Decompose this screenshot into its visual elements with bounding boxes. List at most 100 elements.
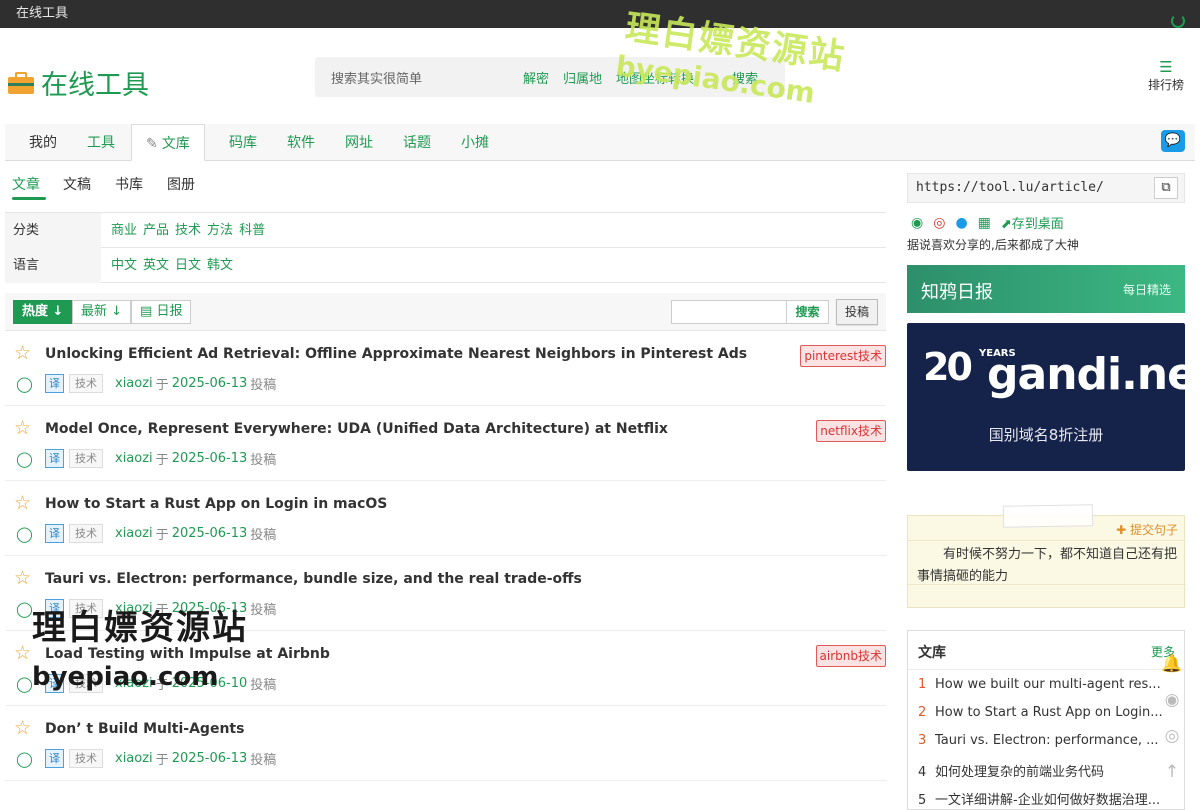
daily-button[interactable]: ▤ 日报	[131, 300, 192, 324]
search-button[interactable]: 搜索	[732, 68, 758, 87]
back-to-top-icon[interactable]: ↑	[1160, 762, 1184, 782]
rank-label: 排行榜	[1147, 78, 1184, 92]
category-badge[interactable]: 技术	[69, 674, 103, 693]
author-link[interactable]: xiaozi	[115, 451, 153, 466]
filter-option[interactable]: 产品	[143, 213, 169, 248]
library-item[interactable]: 2 How to Start a Rust App on Login...	[918, 705, 1163, 720]
nav-software[interactable]: 软件	[287, 124, 315, 161]
toolbar-search-input[interactable]	[671, 300, 787, 324]
article-item[interactable]: ☆ Don’ t Build Multi-Agents ◯ 译技术 xiaozi 于 202…	[5, 706, 886, 781]
logo[interactable]: 在线工具	[8, 63, 149, 102]
subtab-albums[interactable]: 图册	[167, 174, 195, 194]
filter-option[interactable]: 方法	[207, 213, 233, 248]
post-button[interactable]: 投稿	[836, 299, 878, 325]
filter-option[interactable]: 技术	[175, 213, 201, 248]
nav-tools[interactable]: 工具	[87, 124, 115, 161]
copy-icon[interactable]: ⧉	[1154, 177, 1178, 199]
library-item[interactable]: 4 如何处理复杂的前端业务代码	[918, 761, 1163, 780]
author-link[interactable]: xiaozi	[115, 676, 153, 691]
library-item[interactable]: 3 Tauri vs. Electron: performance, ...	[918, 733, 1163, 748]
subtab-books[interactable]: 书库	[115, 174, 143, 194]
author-link[interactable]: xiaozi	[115, 376, 153, 391]
toolbar-search-button[interactable]: 搜索	[787, 300, 829, 324]
quick-link-decrypt[interactable]: 解密	[523, 68, 549, 87]
library-panel: 文库 更多 1 How we built our multi-agent res.…	[907, 630, 1186, 810]
comment-icon[interactable]: ◯	[16, 450, 38, 468]
comment-icon[interactable]: ◯	[16, 525, 38, 543]
subtab-drafts[interactable]: 文稿	[63, 174, 91, 194]
comment-icon[interactable]: ◯	[16, 600, 38, 618]
star-icon[interactable]: ☆	[14, 492, 31, 514]
star-icon[interactable]: ☆	[14, 717, 31, 739]
qrcode-icon[interactable]: ▦	[978, 215, 991, 231]
bell-icon[interactable]: 🔔	[1160, 654, 1184, 674]
filter-option[interactable]: 日文	[175, 248, 201, 283]
article-title[interactable]: Unlocking Efficient Ad Retrieval: Offlin…	[45, 346, 747, 362]
url-text[interactable]: https://tool.lu/article/	[916, 180, 1104, 195]
rank-button[interactable]: ☰ 排行榜	[1145, 58, 1187, 93]
gandi-ad[interactable]: 20 YEARS gandi.net 国别域名8折注册	[907, 323, 1200, 471]
sort-latest-button[interactable]: 最新 ↓	[72, 300, 132, 324]
weibo-icon[interactable]: ◎	[933, 215, 945, 231]
library-item[interactable]: 5 一文详细讲解-企业如何做好数据治理...	[918, 789, 1163, 808]
article-item[interactable]: ☆ Tauri vs. Electron: performance, bundle…	[5, 556, 886, 631]
weibo-float-icon[interactable]: ◎	[1160, 726, 1184, 746]
category-badge[interactable]: 技术	[69, 449, 103, 468]
comment-icon[interactable]: ◯	[16, 675, 38, 693]
article-title[interactable]: Don’ t Build Multi-Agents	[45, 721, 244, 737]
star-icon[interactable]: ☆	[14, 342, 31, 364]
article-title[interactable]: Model Once, Represent Everywhere: UDA (U…	[45, 421, 668, 437]
article-item[interactable]: ☆ How to Start a Rust App on Login in mac…	[5, 481, 886, 556]
article-title[interactable]: Load Testing with Impulse at Airbnb	[45, 646, 330, 662]
article-tag[interactable]: airbnb技术	[815, 645, 886, 667]
star-icon[interactable]: ☆	[14, 567, 31, 589]
quick-link-coordinate[interactable]: 地图坐标转换	[616, 68, 694, 87]
author-link[interactable]: xiaozi	[115, 751, 153, 766]
filter-option[interactable]: 科普	[239, 213, 265, 248]
qq-icon[interactable]: ●	[955, 215, 967, 231]
article-title[interactable]: How to Start a Rust App on Login in macO…	[45, 496, 387, 512]
submit-quote-label: 提交句子	[1129, 523, 1178, 537]
search-box[interactable]: 搜索其实很简单 解密 归属地 地图坐标转换 搜索	[315, 57, 785, 97]
library-item[interactable]: 1 How we built our multi-agent res...	[918, 677, 1163, 692]
category-badge[interactable]: 技术	[69, 599, 103, 618]
quick-link-location[interactable]: 归属地	[563, 68, 602, 87]
library-item-number: 4	[918, 765, 927, 780]
filter-option[interactable]: 韩文	[207, 248, 233, 283]
comment-icon[interactable]: ◯	[16, 750, 38, 768]
star-icon[interactable]: ☆	[14, 642, 31, 664]
wechat-float-icon[interactable]: ◉	[1160, 690, 1184, 710]
chat-bubble-icon[interactable]: 💬	[1161, 130, 1185, 152]
filter-option[interactable]: 英文	[143, 248, 169, 283]
nav-library[interactable]: ✎ 文库	[131, 124, 205, 161]
article-item[interactable]: ☆ Load Testing with Impulse at Airbnb airb…	[5, 631, 886, 706]
comment-icon[interactable]: ◯	[16, 375, 38, 393]
sort-hot-button[interactable]: 热度 ↓	[13, 300, 73, 324]
nav-topics[interactable]: 话题	[403, 124, 431, 161]
filter-option[interactable]: 商业	[111, 213, 137, 248]
nav-code[interactable]: 码库	[229, 124, 257, 161]
article-title[interactable]: Tauri vs. Electron: performance, bundle …	[45, 571, 582, 587]
save-desktop-button[interactable]: ⬈存到桌面	[1001, 213, 1064, 232]
nav-stall[interactable]: 小摊	[461, 124, 489, 161]
nav-mine[interactable]: 我的	[29, 124, 57, 161]
filter-option[interactable]: 中文	[111, 248, 137, 283]
category-badge[interactable]: 技术	[69, 749, 103, 768]
star-icon[interactable]: ☆	[14, 417, 31, 439]
subtab-articles[interactable]: 文章	[12, 174, 40, 194]
article-item[interactable]: ☆ Model Once, Represent Everywhere: UDA (…	[5, 406, 886, 481]
submit-quote-button[interactable]: ✚ 提交句子	[1116, 521, 1178, 538]
article-tag[interactable]: pinterest技术	[800, 345, 886, 367]
wechat-icon[interactable]: ◉	[911, 215, 923, 231]
author-link[interactable]: xiaozi	[115, 526, 153, 541]
author-link[interactable]: xiaozi	[115, 601, 153, 616]
search-input[interactable]: 搜索其实很简单	[331, 68, 422, 87]
share-tip: 据说喜欢分享的,后来都成了大神	[907, 238, 1079, 252]
category-badge[interactable]: 技术	[69, 374, 103, 393]
category-badge[interactable]: 技术	[69, 524, 103, 543]
article-item[interactable]: ☆ Unlocking Efficient Ad Retrieval: Offli…	[5, 331, 886, 406]
article-tag[interactable]: netflix技术	[816, 420, 886, 442]
feather-icon: ✎	[146, 136, 158, 152]
nav-sites[interactable]: 网址	[345, 124, 373, 161]
zhiya-daily-banner[interactable]: 知鸦日报 每日精选	[907, 265, 1185, 313]
